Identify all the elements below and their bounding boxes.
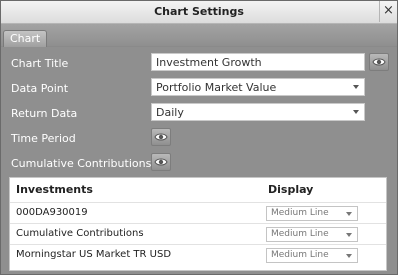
data-point-value: Portfolio Market Value	[156, 81, 277, 94]
investments-table-header: Investments Display	[10, 178, 386, 198]
table-row: Cumulative Contributions Medium Line	[10, 223, 386, 244]
investment-name: 000DA930019	[16, 207, 88, 218]
time-period-label: Time Period	[11, 132, 76, 145]
dialog-titlebar: Chart Settings ×	[1, 1, 397, 24]
display-value: Medium Line	[271, 208, 329, 218]
close-button[interactable]: ×	[379, 1, 397, 22]
tab-bar: Chart	[1, 24, 397, 47]
eye-icon	[154, 133, 168, 141]
return-data-value: Daily	[156, 106, 184, 119]
display-select[interactable]: Medium Line	[266, 206, 358, 221]
investment-name: Morningstar US Market TR USD	[16, 249, 172, 260]
table-row: Morningstar US Market TR USD Medium Line	[10, 244, 386, 265]
data-point-label: Data Point	[11, 82, 69, 95]
display-value: Medium Line	[271, 229, 329, 239]
investments-panel: Investments Display 000DA930019 Medium L…	[9, 177, 387, 271]
chart-title-visibility-button[interactable]	[369, 53, 389, 71]
display-select[interactable]: Medium Line	[266, 248, 358, 263]
return-data-label: Return Data	[11, 107, 78, 120]
chart-settings-dialog: Chart Settings × Chart Chart Title Inves…	[0, 0, 398, 275]
chevron-down-icon	[353, 85, 359, 89]
display-select[interactable]: Medium Line	[266, 227, 358, 242]
data-point-select[interactable]: Portfolio Market Value	[151, 78, 365, 96]
table-row: 000DA930019 Medium Line	[10, 202, 386, 223]
chevron-down-icon	[346, 212, 352, 216]
close-icon: ×	[383, 3, 394, 18]
chevron-down-icon	[346, 233, 352, 237]
chevron-down-icon	[353, 110, 359, 114]
cumulative-contributions-visibility-button[interactable]	[151, 153, 171, 171]
tab-chart[interactable]: Chart	[3, 30, 48, 47]
display-column-header: Display	[268, 183, 314, 196]
eye-icon	[154, 158, 168, 166]
chart-title-input[interactable]: Investment Growth	[151, 53, 365, 71]
display-value: Medium Line	[271, 250, 329, 260]
investments-column-header: Investments	[16, 183, 93, 196]
investment-name: Cumulative Contributions	[16, 228, 144, 239]
chevron-down-icon	[346, 254, 352, 258]
chart-title-label: Chart Title	[11, 57, 69, 70]
return-data-select[interactable]: Daily	[151, 103, 365, 121]
eye-icon	[372, 58, 386, 66]
dialog-title: Chart Settings	[154, 5, 244, 18]
time-period-visibility-button[interactable]	[151, 128, 171, 146]
cumulative-contributions-label: Cumulative Contributions	[11, 157, 152, 170]
